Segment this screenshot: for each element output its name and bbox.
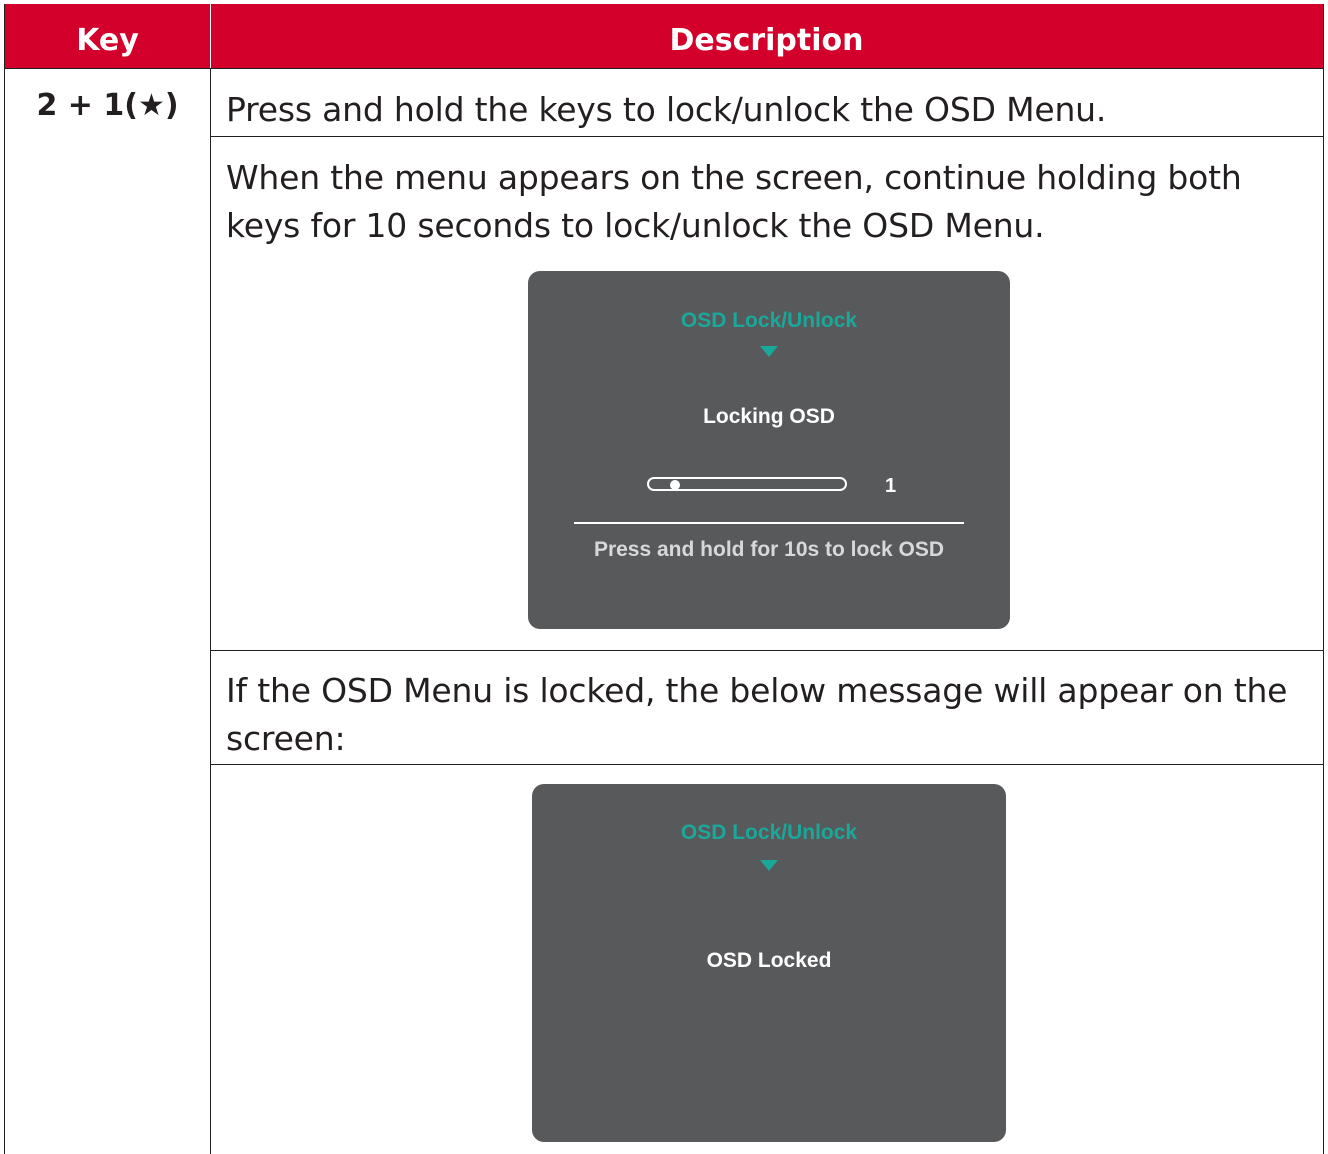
osd-hint: Press and hold for 10s to lock OSD <box>593 538 945 561</box>
description-paragraph-2: When the menu appears on the screen, con… <box>226 158 1242 245</box>
osd-message: OSD Locked <box>706 949 832 972</box>
key-combination: 2 + 1(★) <box>36 88 179 123</box>
lock-progress-slider <box>647 477 847 491</box>
paragraph-divider <box>211 136 1323 137</box>
column-divider <box>210 68 211 1154</box>
osd-title: OSD Lock/Unlock <box>680 821 858 844</box>
header-description: Description <box>669 23 864 58</box>
down-triangle-icon <box>760 346 778 357</box>
countdown-value: 1 <box>885 475 897 497</box>
osd-message: Locking OSD <box>703 405 835 428</box>
header-bottom-border <box>5 68 1323 69</box>
osd-locked-screen: OSD Lock/Unlock OSD Locked <box>532 784 1006 1142</box>
down-triangle-icon <box>760 860 778 871</box>
paragraph-divider <box>211 650 1323 651</box>
paragraph-divider <box>211 764 1323 765</box>
header-key: Key <box>76 23 139 58</box>
osd-locking-screen: OSD Lock/Unlock Locking OSD 1 Press and … <box>528 271 1010 629</box>
slider-knob <box>670 480 680 490</box>
description-paragraph-3: If the OSD Menu is locked, the below mes… <box>226 671 1288 758</box>
description-paragraph-1: Press and hold the keys to lock/unlock t… <box>226 90 1107 129</box>
table-header: Key Description <box>5 4 1323 68</box>
osd-title: OSD Lock/Unlock <box>680 309 858 332</box>
key-description-table: Key Description 2 + 1(★) Press and hold … <box>4 4 1324 1154</box>
osd-divider <box>574 522 964 524</box>
